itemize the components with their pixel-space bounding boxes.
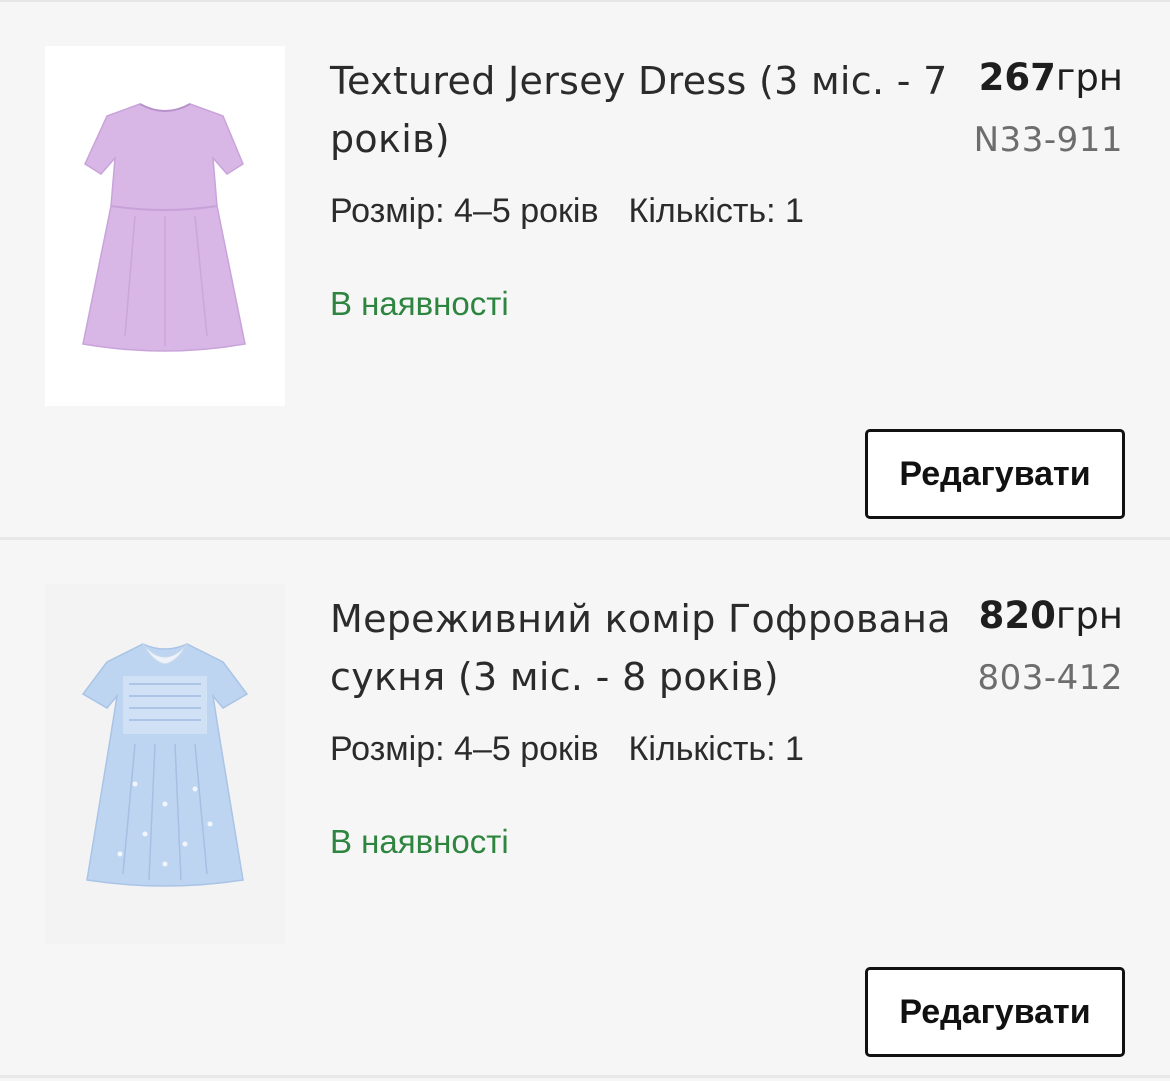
product-code: 803-412 [977, 658, 1123, 698]
edit-button[interactable]: Редагувати [865, 967, 1125, 1057]
lilac-dress-image [82, 103, 246, 352]
price-currency: грн [1055, 56, 1123, 99]
price-amount: 267 [978, 56, 1056, 99]
product-price: 267грн [979, 56, 1123, 99]
stock-status: В наявності [330, 823, 509, 860]
edit-button[interactable]: Редагувати [865, 429, 1125, 519]
stock-status: В наявності [330, 285, 509, 322]
blue-floral-dress-image [81, 643, 249, 887]
size-label: Розмір: 4–5 років [330, 192, 599, 230]
product-image[interactable] [45, 584, 285, 944]
price-currency: грн [1055, 594, 1123, 637]
size-label: Розмір: 4–5 років [330, 730, 599, 768]
price-amount: 820 [978, 594, 1056, 637]
product-meta: Розмір: 4–5 років Кількість: 1 [330, 192, 804, 231]
quantity-label: Кількість: 1 [628, 730, 804, 768]
product-title[interactable]: Textured Jersey Dress (3 міс. - 7 років) [330, 52, 960, 168]
cart-item: Textured Jersey Dress (3 міс. - 7 років)… [0, 2, 1170, 540]
cart-item: Мереживний комір Гофрована сукня (3 міс.… [0, 540, 1170, 1078]
cart-item-list: Textured Jersey Dress (3 міс. - 7 років)… [0, 0, 1170, 1078]
product-title[interactable]: Мереживний комір Гофрована сукня (3 міс.… [330, 590, 960, 706]
product-meta: Розмір: 4–5 років Кількість: 1 [330, 730, 804, 769]
product-price: 820грн [979, 594, 1123, 637]
quantity-label: Кількість: 1 [628, 192, 804, 230]
product-image[interactable] [45, 46, 285, 406]
product-code: N33-911 [973, 120, 1123, 160]
